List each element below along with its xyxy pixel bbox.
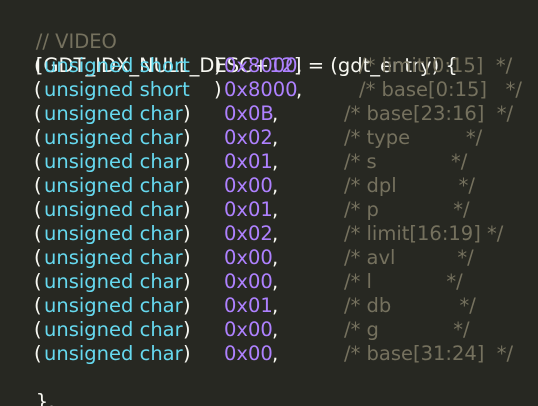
open-paren: (	[34, 270, 42, 293]
open-paren: (	[34, 246, 42, 269]
value-literal: 0x01	[224, 198, 273, 221]
value-literal: 0x8000	[224, 78, 298, 101]
open-paren: (	[34, 318, 42, 341]
field-row-g: ( unsigned char ) 0x00 , /* g */	[0, 318, 538, 342]
entry-open-line: [GDT_IDX_NULL_DESC+12] = (gdt_entry) {	[11, 30, 458, 77]
field-comment: /* base[23:16] */	[344, 102, 514, 125]
type-label: unsigned char	[44, 126, 183, 149]
comma: ,	[296, 78, 303, 101]
close-paren: )	[183, 150, 191, 173]
type-label: unsigned short	[44, 78, 190, 101]
comma: ,	[272, 174, 279, 197]
comment-line-video: // VIDEO	[11, 6, 117, 53]
field-comment: /* p */	[344, 198, 470, 221]
code-editor[interactable]: // VIDEO [GDT_IDX_NULL_DESC+12] = (gdt_e…	[0, 0, 538, 406]
close-paren: )	[214, 54, 222, 77]
type-label: unsigned char	[44, 294, 183, 317]
type-label: unsigned char	[44, 270, 183, 293]
field-row-limit-low: ( unsigned short ) 0x8000 , /* limit[0:1…	[0, 54, 538, 78]
type-label: unsigned char	[44, 222, 183, 245]
close-paren: )	[183, 318, 191, 341]
type-label: unsigned char	[44, 150, 183, 173]
close-paren: )	[214, 78, 222, 101]
type-label: unsigned char	[44, 318, 183, 341]
close-paren: )	[183, 246, 191, 269]
open-paren: (	[34, 102, 42, 125]
type-label: unsigned char	[44, 102, 183, 125]
comma: ,	[272, 294, 279, 317]
entry-close-text: },	[35, 390, 55, 406]
field-row-avl: ( unsigned char ) 0x00 , /* avl */	[0, 246, 538, 270]
close-paren: )	[183, 270, 191, 293]
field-comment: /* type */	[344, 126, 483, 149]
open-paren: (	[34, 150, 42, 173]
field-comment: /* s */	[344, 150, 468, 173]
value-literal: 0x00	[224, 246, 273, 269]
value-literal: 0x02	[224, 222, 273, 245]
field-row-limit-high: ( unsigned char ) 0x02 , /* limit[16:19]…	[0, 222, 538, 246]
field-comment: /* limit[16:19] */	[344, 222, 504, 245]
field-comment: /* base[31:24] */	[344, 342, 514, 365]
entry-close-line: },	[11, 366, 55, 406]
close-paren: )	[183, 102, 191, 125]
comma: ,	[272, 270, 279, 293]
field-row-s: ( unsigned char ) 0x01 , /* s */	[0, 150, 538, 174]
value-literal: 0x01	[224, 294, 273, 317]
close-paren: )	[183, 222, 191, 245]
field-row-db: ( unsigned char ) 0x01 , /* db */	[0, 294, 538, 318]
field-comment: /* l */	[344, 270, 463, 293]
type-label: unsigned char	[44, 198, 183, 221]
field-comment: /* dpl */	[344, 174, 475, 197]
comma: ,	[272, 102, 279, 125]
field-row-p: ( unsigned char ) 0x01 , /* p */	[0, 198, 538, 222]
open-paren: (	[34, 174, 42, 197]
open-paren: (	[34, 294, 42, 317]
comma: ,	[272, 150, 279, 173]
open-paren: (	[34, 222, 42, 245]
field-row-base-low: ( unsigned short ) 0x8000 , /* base[0:15…	[0, 78, 538, 102]
open-paren: (	[34, 78, 42, 101]
open-paren: (	[34, 342, 42, 365]
close-paren: )	[183, 342, 191, 365]
value-literal: 0x0B	[224, 102, 274, 125]
comma: ,	[272, 318, 279, 341]
comma: ,	[272, 126, 279, 149]
field-row-dpl: ( unsigned char ) 0x00 , /* dpl */	[0, 174, 538, 198]
value-literal: 0x00	[224, 174, 273, 197]
close-paren: )	[183, 198, 191, 221]
open-paren: (	[34, 54, 42, 77]
field-row-type: ( unsigned char ) 0x02 , /* type */	[0, 126, 538, 150]
type-label: unsigned short	[44, 54, 190, 77]
field-row-l: ( unsigned char ) 0x00 , /* l */	[0, 270, 538, 294]
field-comment: /* db */	[344, 294, 476, 317]
comma: ,	[272, 342, 279, 365]
comma: ,	[272, 198, 279, 221]
value-literal: 0x8000	[224, 54, 298, 77]
value-literal: 0x00	[224, 270, 273, 293]
field-row-base-high: ( unsigned char ) 0x00 , /* base[31:24] …	[0, 342, 538, 366]
field-comment: /* g */	[344, 318, 470, 341]
type-label: unsigned char	[44, 246, 183, 269]
value-literal: 0x00	[224, 318, 273, 341]
field-row-base-mid: ( unsigned char ) 0x0B , /* base[23:16] …	[0, 102, 538, 126]
close-paren: )	[183, 126, 191, 149]
open-paren: (	[34, 126, 42, 149]
value-literal: 0x01	[224, 150, 273, 173]
comma: ,	[272, 246, 279, 269]
comma: ,	[272, 222, 279, 245]
comma: ,	[296, 54, 303, 77]
value-literal: 0x02	[224, 126, 273, 149]
type-label: unsigned char	[44, 342, 183, 365]
value-literal: 0x00	[224, 342, 273, 365]
open-paren: (	[34, 198, 42, 221]
close-paren: )	[183, 294, 191, 317]
field-comment: /* avl */	[344, 246, 474, 269]
close-paren: )	[183, 174, 191, 197]
type-label: unsigned char	[44, 174, 183, 197]
field-comment: /* limit[0:15] */	[359, 54, 513, 77]
field-comment: /* base[0:15] */	[359, 78, 522, 101]
